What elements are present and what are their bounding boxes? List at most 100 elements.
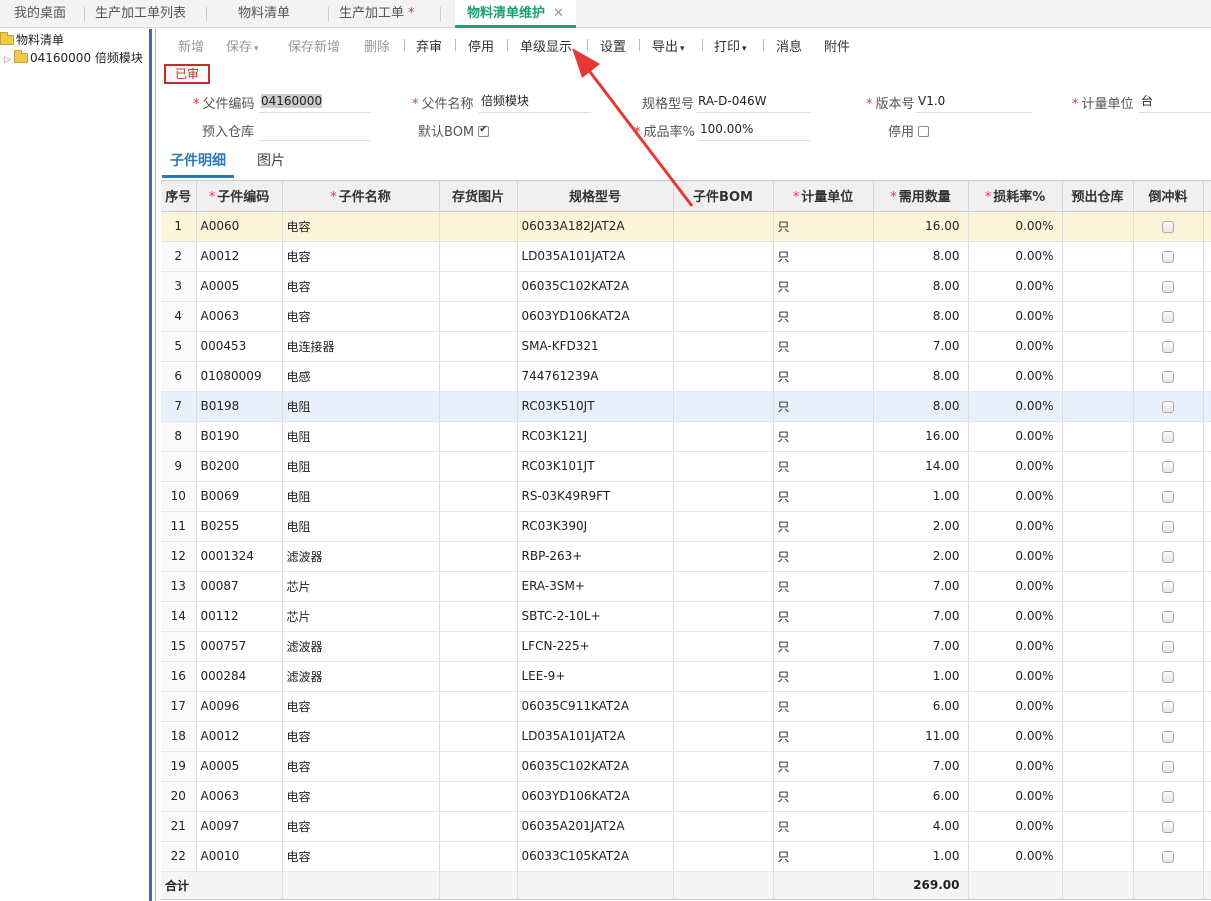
cell-spec[interactable]: 0603YD106KAT2A <box>517 301 674 332</box>
cell-spec[interactable]: 06035C911KAT2A <box>517 691 674 722</box>
cell-name[interactable]: 电阻 <box>282 391 440 422</box>
cell-qty[interactable]: 8.00 <box>873 301 969 332</box>
cell-name[interactable]: 电容 <box>282 271 440 302</box>
backflush-checkbox[interactable] <box>1162 310 1174 323</box>
cell-spec[interactable]: 06035A201JAT2A <box>517 811 674 842</box>
cell-unit[interactable]: 只 <box>773 361 874 392</box>
cell-unit[interactable]: 只 <box>773 421 874 452</box>
cell-warehouse-out[interactable] <box>1062 841 1134 872</box>
cell-code[interactable]: A0012 <box>196 241 283 272</box>
cell-spec[interactable]: 06033A182JAT2A <box>517 211 674 242</box>
tab-picture[interactable]: 图片 <box>257 150 285 170</box>
cell-index[interactable]: 1 <box>161 211 197 242</box>
cell-qty[interactable]: 1.00 <box>873 481 969 512</box>
cell-warehouse-out[interactable] <box>1062 691 1134 722</box>
cell-loss-rate[interactable]: 0.00% <box>968 271 1063 302</box>
cell-code[interactable]: 000453 <box>196 331 283 362</box>
export-button[interactable]: 导出 ▾ <box>652 36 685 55</box>
cell-qty[interactable]: 14.00 <box>873 451 969 482</box>
cell-backflush[interactable] <box>1133 211 1204 242</box>
parent-code-field[interactable]: 04160000 <box>259 91 371 113</box>
cell-index[interactable]: 21 <box>161 811 197 842</box>
backflush-checkbox[interactable] <box>1162 580 1174 593</box>
header-spec[interactable]: 规格型号 <box>517 181 674 212</box>
cell-child-bom[interactable] <box>673 391 774 422</box>
cell-loss-rate[interactable]: 0.00% <box>968 691 1063 722</box>
backflush-checkbox[interactable] <box>1162 730 1174 743</box>
cell-code[interactable]: B0200 <box>196 451 283 482</box>
cell-spec[interactable]: RC03K121J <box>517 421 674 452</box>
cell-name[interactable]: 电容 <box>282 751 440 782</box>
parent-name-field[interactable]: 倍频模块 <box>479 91 591 113</box>
cell-child-bom[interactable] <box>673 661 774 692</box>
cell-unit[interactable]: 只 <box>773 241 874 272</box>
message-button[interactable]: 消息 <box>776 36 802 55</box>
backflush-checkbox[interactable] <box>1162 280 1174 293</box>
cell-index[interactable]: 6 <box>161 361 197 392</box>
cell-backflush[interactable] <box>1133 631 1204 662</box>
cell-qty[interactable]: 8.00 <box>873 361 969 392</box>
cell-qty[interactable]: 7.00 <box>873 331 969 362</box>
table-row[interactable]: 4 A0063 电容 0603YD106KAT2A 只 8.00 0.00% <box>161 301 1211 332</box>
cell-unit[interactable]: 只 <box>773 661 874 692</box>
cell-name[interactable]: 电容 <box>282 301 440 332</box>
cell-name[interactable]: 电容 <box>282 241 440 272</box>
backflush-checkbox[interactable] <box>1162 640 1174 653</box>
cell-backflush[interactable] <box>1133 331 1204 362</box>
cell-spec[interactable]: 06035C102KAT2A <box>517 751 674 782</box>
backflush-checkbox[interactable] <box>1162 400 1174 413</box>
cell-stock-image[interactable] <box>439 781 518 812</box>
backflush-checkbox[interactable] <box>1162 430 1174 443</box>
backflush-checkbox[interactable] <box>1162 550 1174 563</box>
cell-unit[interactable]: 只 <box>773 541 874 572</box>
cell-unit[interactable]: 只 <box>773 601 874 632</box>
cell-name[interactable]: 电阻 <box>282 481 440 512</box>
cell-unit[interactable]: 只 <box>773 271 874 302</box>
cell-unit[interactable]: 只 <box>773 781 874 812</box>
table-row[interactable]: 3 A0005 电容 06035C102KAT2A 只 8.00 0.00% <box>161 271 1211 302</box>
cell-child-bom[interactable] <box>673 481 774 512</box>
cell-index[interactable]: 19 <box>161 751 197 782</box>
unit-field[interactable]: 台 <box>1139 91 1211 113</box>
cell-qty[interactable]: 1.00 <box>873 841 969 872</box>
cell-spec[interactable]: RC03K510JT <box>517 391 674 422</box>
cell-name[interactable]: 电感 <box>282 361 440 392</box>
cell-code[interactable]: A0097 <box>196 811 283 842</box>
cell-child-bom[interactable] <box>673 781 774 812</box>
cell-spec[interactable]: RS-03K49R9FT <box>517 481 674 512</box>
cell-backflush[interactable] <box>1133 781 1204 812</box>
header-name[interactable]: * 子件名称 <box>282 181 440 212</box>
cell-code[interactable]: A0012 <box>196 721 283 752</box>
cell-qty[interactable]: 7.00 <box>873 631 969 662</box>
cell-code[interactable]: 00112 <box>196 601 283 632</box>
header-stock-image[interactable]: 存货图片 <box>439 181 518 212</box>
cell-backflush[interactable] <box>1133 571 1204 602</box>
table-row[interactable]: 22 A0010 电容 06033C105KAT2A 只 1.00 0.00% <box>161 841 1211 872</box>
cell-spec[interactable]: LD035A101JAT2A <box>517 241 674 272</box>
cell-index[interactable]: 11 <box>161 511 197 542</box>
cell-warehouse-out[interactable] <box>1062 571 1134 602</box>
cell-warehouse-out[interactable] <box>1062 541 1134 572</box>
cell-code[interactable]: 000757 <box>196 631 283 662</box>
cell-code[interactable]: 0001324 <box>196 541 283 572</box>
cell-stock-image[interactable] <box>439 241 518 272</box>
tab-production-order-list[interactable]: 生产加工单列表 <box>95 0 186 28</box>
disable-button[interactable]: 停用 <box>468 36 494 55</box>
backflush-checkbox[interactable] <box>1162 250 1174 263</box>
warehouse-in-field[interactable] <box>259 119 371 141</box>
table-row[interactable]: 5 000453 电连接器 SMA-KFD321 只 7.00 0.00% <box>161 331 1211 362</box>
cell-stock-image[interactable] <box>439 661 518 692</box>
close-icon[interactable]: ✕ <box>553 6 564 21</box>
cell-child-bom[interactable] <box>673 421 774 452</box>
cell-warehouse-out[interactable] <box>1062 331 1134 362</box>
cell-stock-image[interactable] <box>439 721 518 752</box>
backflush-checkbox[interactable] <box>1162 760 1174 773</box>
cell-warehouse-out[interactable] <box>1062 481 1134 512</box>
cell-qty[interactable]: 1.00 <box>873 661 969 692</box>
cell-qty[interactable]: 8.00 <box>873 271 969 302</box>
tab-child-detail[interactable]: 子件明细 <box>162 150 234 178</box>
backflush-checkbox[interactable] <box>1162 790 1174 803</box>
cell-stock-image[interactable] <box>439 751 518 782</box>
cell-qty[interactable]: 2.00 <box>873 511 969 542</box>
backflush-checkbox[interactable] <box>1162 610 1174 623</box>
